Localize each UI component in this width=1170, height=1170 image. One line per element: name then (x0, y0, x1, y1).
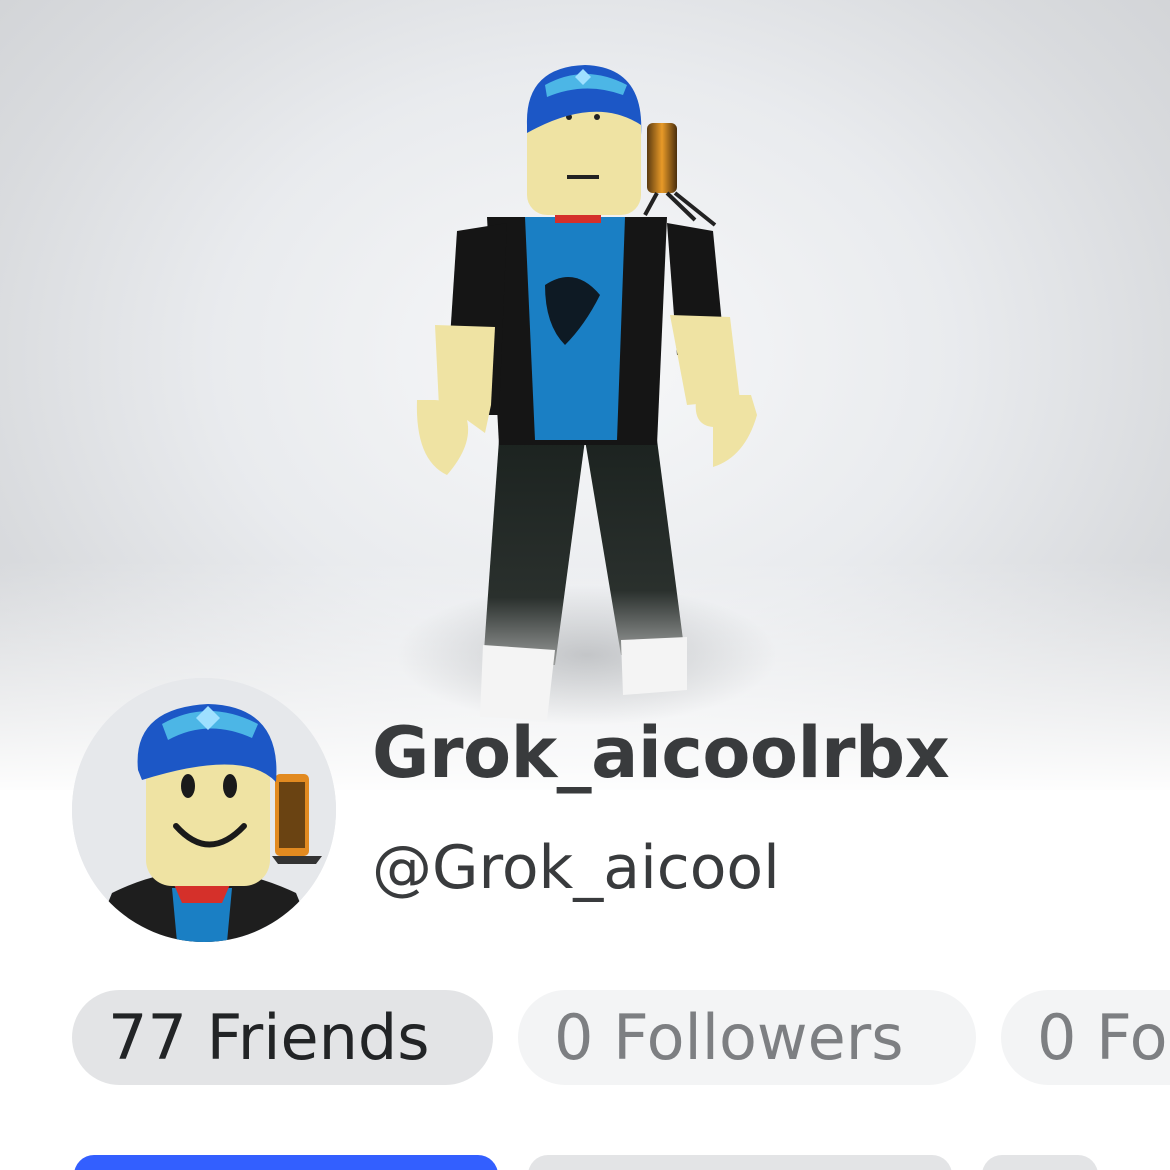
friends-count-button[interactable]: 77 Friends (72, 990, 493, 1085)
secondary-action-button[interactable] (528, 1155, 952, 1170)
profile-actions (0, 1155, 1170, 1170)
followers-count-button[interactable]: 0 Followers (518, 990, 976, 1085)
primary-action-button[interactable] (74, 1155, 498, 1170)
social-stats: 77 Friends 0 Followers 0 Fo (72, 990, 1170, 1085)
headshot-image (72, 678, 336, 942)
more-options-button[interactable] (982, 1155, 1098, 1170)
avatar-full-body[interactable] (395, 55, 775, 745)
avatar-headshot[interactable] (72, 678, 336, 942)
username: @Grok_aicool (372, 833, 780, 903)
display-name: Grok_aicoolrbx (372, 712, 950, 794)
profile-page: Grok_aicoolrbx @Grok_aicool 77 Friends 0… (0, 0, 1170, 1170)
following-count-button[interactable]: 0 Fo (1001, 990, 1170, 1085)
